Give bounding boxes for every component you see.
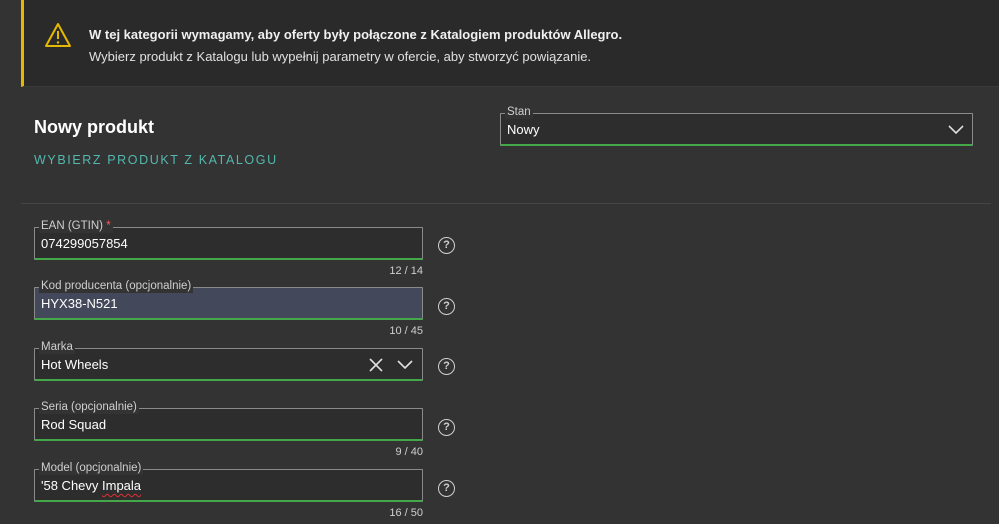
manufacturer-code-value: HYX38-N521: [41, 296, 118, 311]
model-value: '58 Chevy Impala: [41, 478, 142, 493]
model-counter: 16 / 50: [389, 507, 423, 519]
page-title: Nowy produkt: [34, 117, 154, 137]
choose-from-catalog-link[interactable]: WYBIERZ PRODUKT Z KATALOGU: [34, 153, 278, 167]
manufacturer-code-label: Kod producenta (opcjonalnie): [39, 279, 194, 293]
alert-text: Wybierz produkt z Katalogu lub wypełnij …: [89, 49, 592, 64]
ean-counter: 12 / 14: [389, 265, 423, 277]
series-help-icon[interactable]: ?: [438, 419, 455, 436]
series-counter: 9 / 40: [395, 446, 423, 458]
manufacturer-code-field[interactable]: Kod producenta (opcjonalnie) HYX38-N521: [34, 279, 423, 320]
series-value: Rod Squad: [41, 417, 107, 432]
catalog-required-alert: W tej kategorii wymagamy, aby oferty był…: [21, 0, 999, 87]
clear-icon[interactable]: [369, 358, 383, 372]
condition-value: Nowy: [507, 122, 540, 137]
ean-label: EAN (GTIN) *: [39, 219, 113, 233]
spellcheck-word: Impala: [102, 478, 142, 493]
manufacturer-code-help-icon[interactable]: ?: [438, 298, 455, 315]
model-field[interactable]: Model (opcjonalnie) '58 Chevy Impala: [34, 461, 423, 502]
brand-label: Marka: [39, 340, 75, 354]
brand-select[interactable]: Marka Hot Wheels: [34, 340, 423, 381]
section-divider: [21, 203, 991, 204]
ean-value: 074299057854: [41, 236, 128, 251]
model-label: Model (opcjonalnie): [39, 461, 144, 475]
chevron-down-icon[interactable]: [948, 125, 964, 135]
model-help-icon[interactable]: ?: [438, 480, 455, 497]
ean-field[interactable]: EAN (GTIN) * 074299057854: [34, 219, 423, 260]
series-field[interactable]: Seria (opcjonalnie) Rod Squad: [34, 400, 423, 441]
warning-triangle-icon: [45, 23, 71, 47]
brand-help-icon[interactable]: ?: [438, 358, 455, 375]
brand-value: Hot Wheels: [41, 357, 109, 372]
alert-title: W tej kategorii wymagamy, aby oferty był…: [89, 27, 623, 42]
chevron-down-icon[interactable]: [397, 360, 413, 370]
series-label: Seria (opcjonalnie): [39, 400, 139, 414]
ean-help-icon[interactable]: ?: [438, 237, 455, 254]
condition-select[interactable]: Stan Nowy: [500, 105, 973, 146]
manufacturer-code-counter: 10 / 45: [389, 325, 423, 337]
required-mark: *: [106, 220, 111, 232]
condition-label: Stan: [505, 105, 533, 119]
